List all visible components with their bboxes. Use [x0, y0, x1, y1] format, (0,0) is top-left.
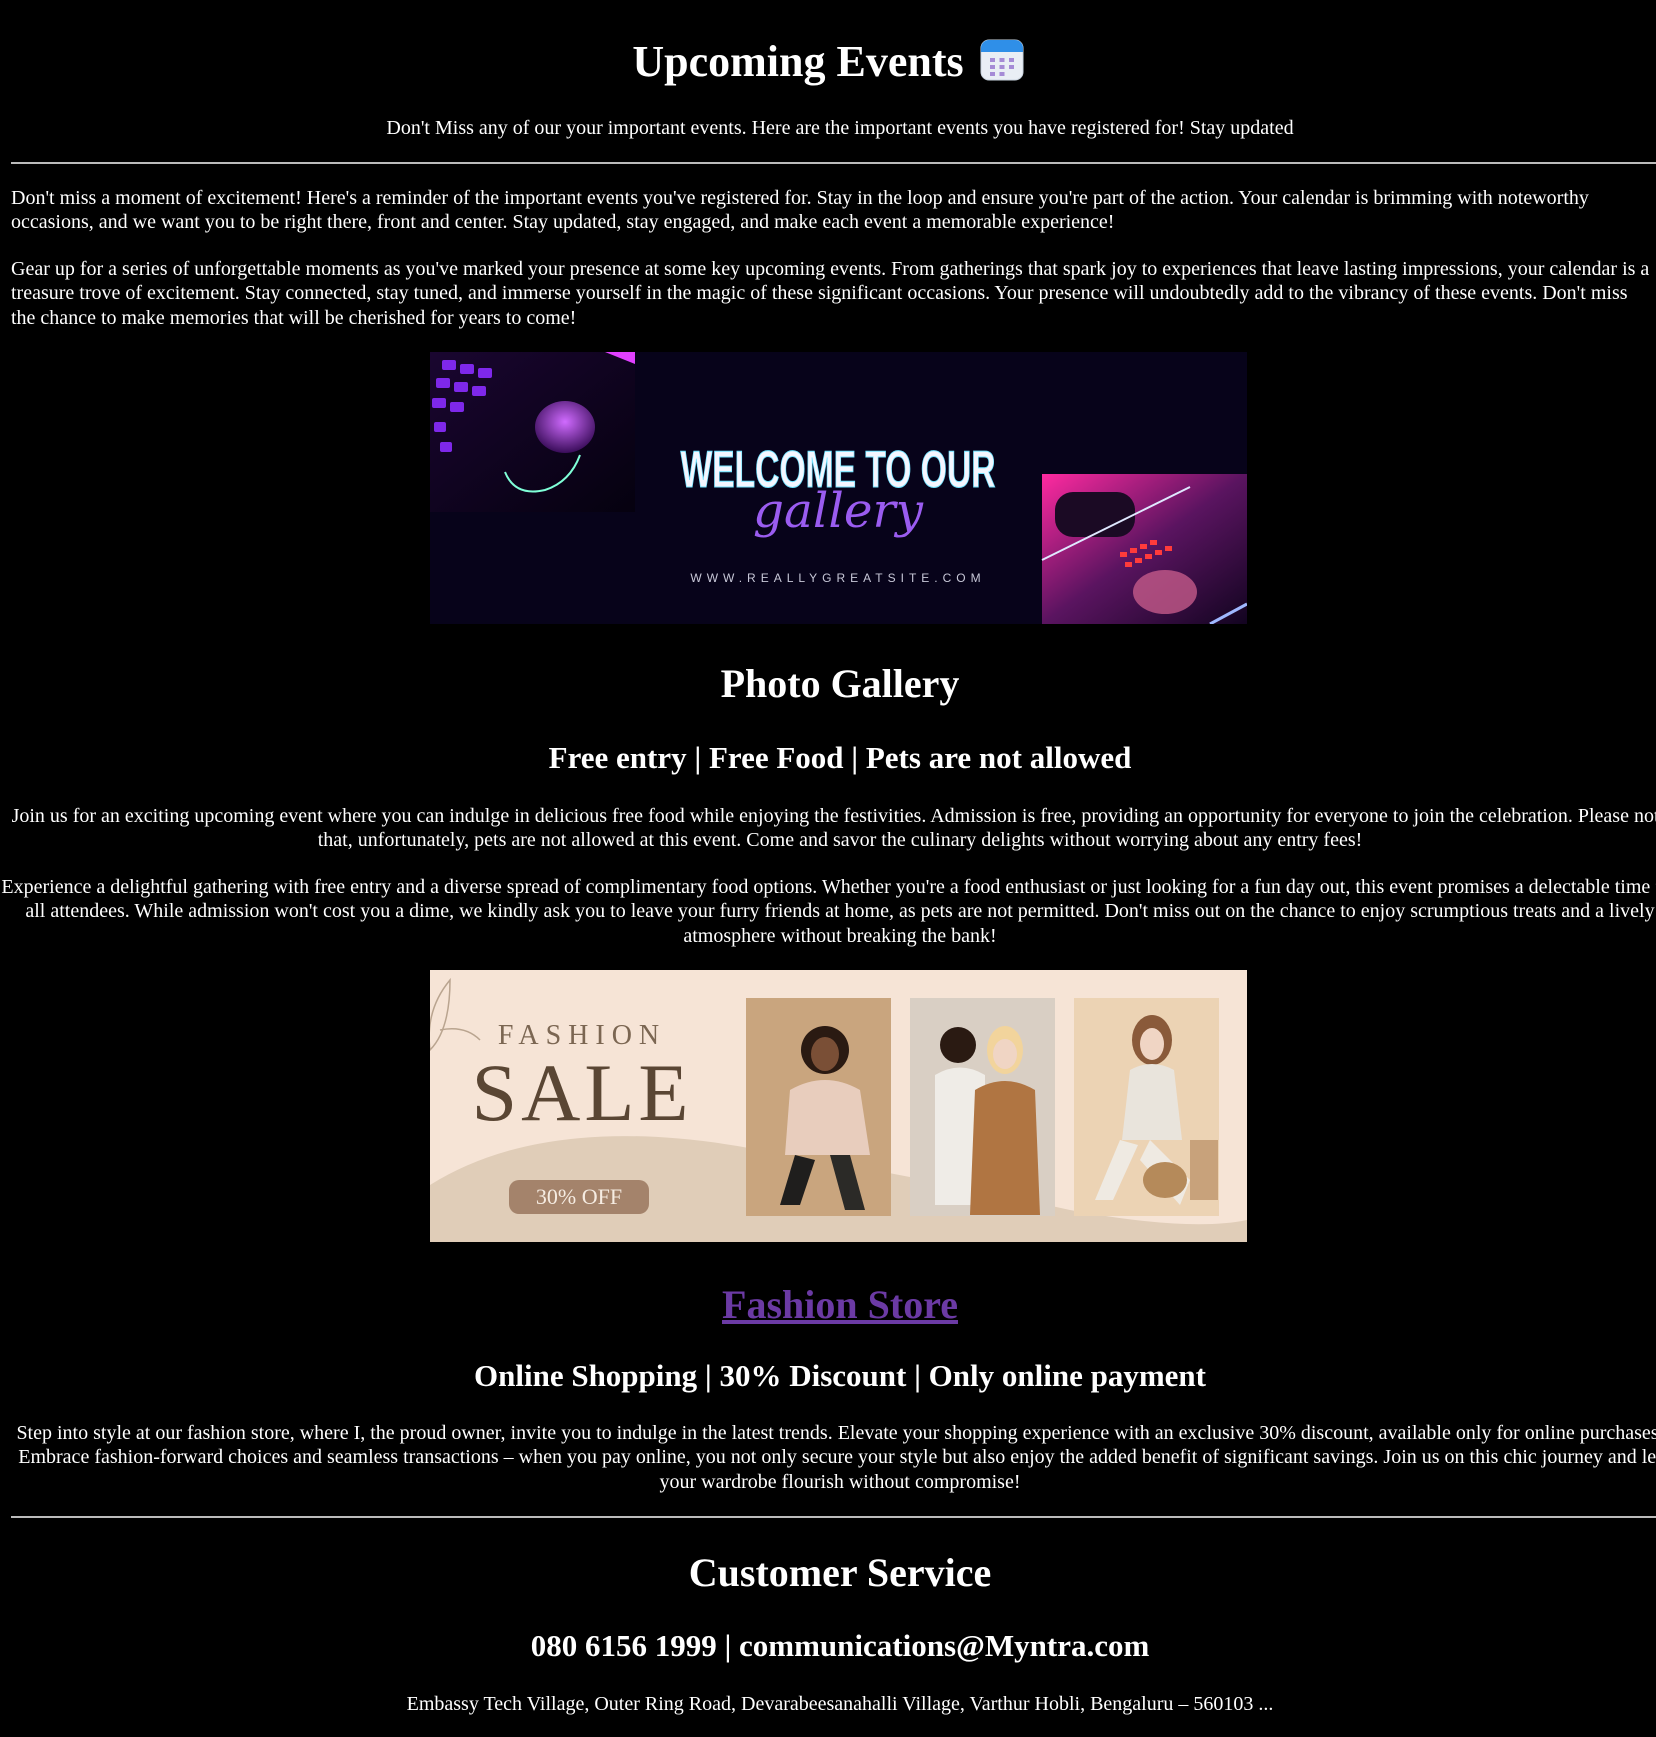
page-subtitle: Don't Miss any of our your important eve… [386, 117, 1294, 139]
gallery-banner-url: WWW.REALLYGREATSITE.COM [690, 571, 985, 585]
calendar-icon [980, 38, 1024, 82]
gallery-banner-image: WELCOME TO OUR gallery WWW.REALLYGREATSI… [430, 352, 1247, 624]
divider [11, 162, 1656, 164]
page-header: Upcoming Events [0, 34, 1656, 90]
gallery-tagline: Free entry | Free Food | Pets are not al… [548, 740, 1132, 775]
fashion-banner-headline: SALE [472, 1047, 693, 1138]
customer-service-address: Embassy Tech Village, Outer Ring Road, D… [406, 1693, 1274, 1715]
gallery-paragraph-1: Join us for an exciting upcoming event w… [11, 805, 1656, 852]
divider [11, 1516, 1656, 1518]
gallery-paragraph-2: Experience a delightful gathering with f… [1, 876, 1656, 947]
customer-service-heading: Customer Service [688, 1550, 992, 1595]
fashion-store-link[interactable]: Fashion Store [722, 1282, 958, 1327]
page: Upcoming Events Don't Miss any of our yo… [0, 0, 1656, 1737]
gallery-banner-script: gallery [753, 483, 924, 539]
gallery-heading: Photo Gallery [720, 661, 960, 706]
fashion-sale-banner-image: FASHION SALE 30% OFF [430, 970, 1247, 1242]
intro-paragraph-1: Don't miss a moment of excitement! Here'… [11, 187, 1589, 234]
customer-service-contact: 080 6156 1999 | communications@Myntra.co… [530, 1628, 1150, 1663]
store-paragraph: Step into style at our fashion store, wh… [16, 1422, 1656, 1493]
store-heading: Fashion Store [0, 1280, 1656, 1330]
page-title: Upcoming Events [632, 37, 964, 86]
fashion-banner-badge: 30% OFF [536, 1184, 622, 1209]
store-tagline: Online Shopping | 30% Discount | Only on… [474, 1358, 1206, 1393]
intro-paragraph-2: Gear up for a series of unforgettable mo… [11, 258, 1650, 329]
